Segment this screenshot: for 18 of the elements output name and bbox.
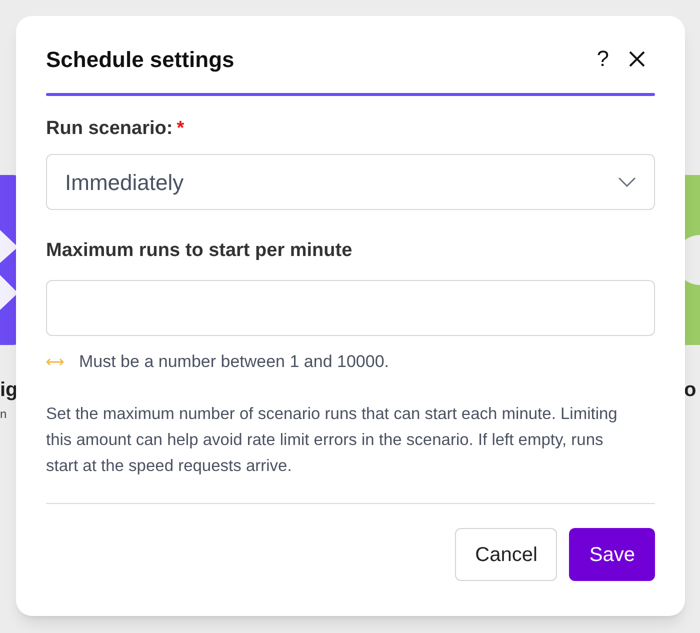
dialog-title: Schedule settings — [46, 46, 234, 74]
cancel-button[interactable]: Cancel — [455, 528, 558, 581]
close-icon[interactable] — [629, 51, 645, 67]
node-title: ig — [0, 380, 18, 400]
required-mark: * — [176, 116, 184, 141]
field-label: Run scenario: — [46, 116, 173, 141]
description-text: Set the maximum number of scenario runs that can start each minute. Limiting this amount can help avoid rate limit errors in the scenario. If left empty, runs start at the speed requests arrive. — [46, 404, 618, 477]
node-subtitle: n — [0, 408, 7, 420]
dropdown-field[interactable]: Immediately — [46, 154, 655, 210]
save-button[interactable]: Save — [569, 528, 655, 581]
module-node-icon — [685, 175, 700, 345]
hint-text: Must be a number between 1 and 10000. — [79, 351, 389, 374]
node-title: o — [684, 380, 696, 400]
arrows-horizontal-icon — [46, 357, 64, 367]
input-field[interactable] — [46, 280, 655, 336]
help-button[interactable]: ? — [596, 48, 609, 70]
chevron-down-icon — [618, 177, 636, 187]
field-label: Maximum runs to start per minute — [46, 238, 352, 263]
